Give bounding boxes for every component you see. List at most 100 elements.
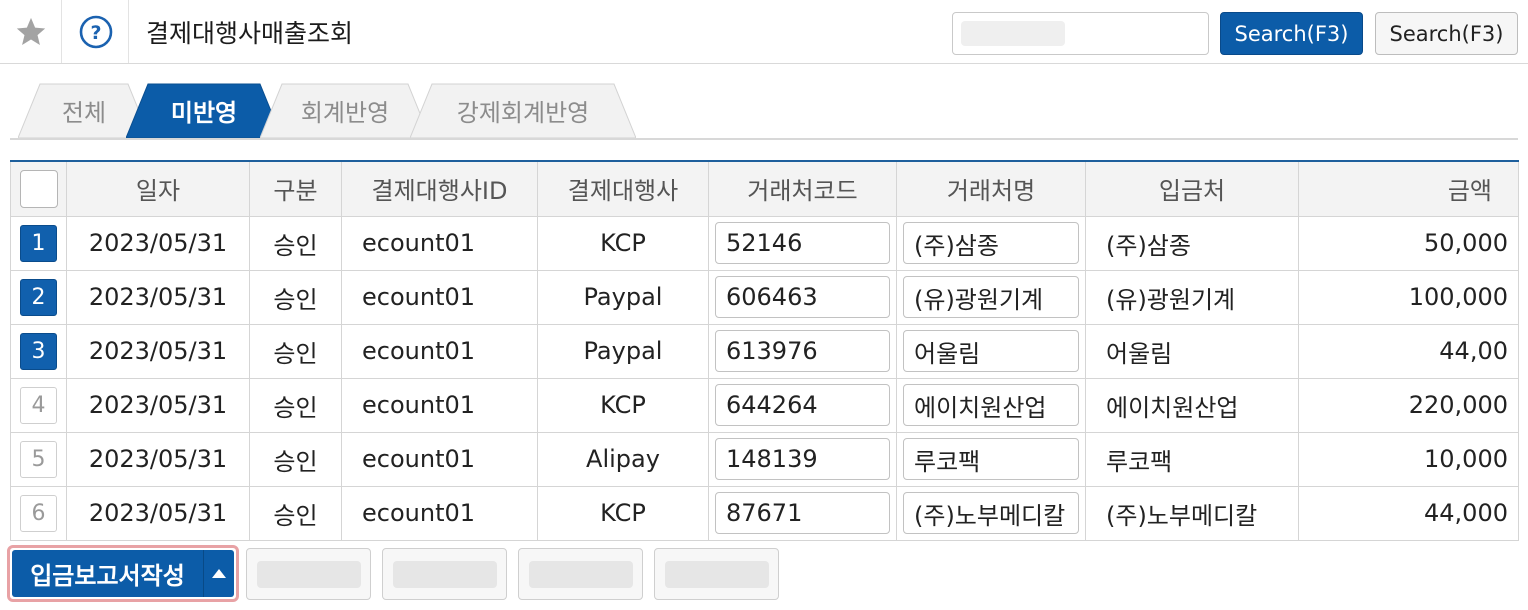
cell-agent-id: ecount01 xyxy=(341,269,538,325)
search-placeholder xyxy=(961,21,1065,46)
col-type[interactable]: 구분 xyxy=(249,160,342,217)
table-row: 4 2023/05/31 승인 ecount01 KCP 644264 에이치원… xyxy=(10,377,1519,433)
cell-agent: KCP xyxy=(537,215,709,271)
footer-button-5[interactable] xyxy=(654,548,779,600)
col-amount[interactable]: 금액 xyxy=(1298,160,1519,217)
cell-type: 승인 xyxy=(249,431,342,487)
grid-header-row: 일자 구분 결제대행사ID 결제대행사 거래처코드 거래처명 입금처 금액 xyxy=(10,160,1519,217)
table-row: 3 2023/05/31 승인 ecount01 Paypal 613976 어… xyxy=(10,323,1519,379)
tab-unreflected[interactable]: 미반영 xyxy=(126,83,282,138)
row-select-toggle[interactable]: 3 xyxy=(20,332,57,370)
customer-code-input[interactable]: 52146 xyxy=(715,222,890,264)
cell-agent: Paypal xyxy=(537,323,709,379)
col-customer-name[interactable]: 거래처명 xyxy=(896,160,1086,217)
cell-date: 2023/05/31 xyxy=(66,323,250,379)
row-select-toggle[interactable]: 6 xyxy=(20,494,57,532)
page-title: 결제대행사매출조회 xyxy=(146,19,354,48)
cell-agent-id: ecount01 xyxy=(341,323,538,379)
help-icon: ? xyxy=(79,15,112,48)
cell-type: 승인 xyxy=(249,269,342,325)
cell-date: 2023/05/31 xyxy=(66,377,250,433)
customer-name-input[interactable]: 어울림 xyxy=(903,330,1079,372)
row-number-cell: 2 xyxy=(10,269,67,325)
customer-code-input[interactable]: 87671 xyxy=(715,492,890,534)
search-button[interactable]: Search(F3) xyxy=(1220,12,1363,55)
tab-accounting-reflected[interactable]: 회계반영 xyxy=(260,83,430,138)
cell-date: 2023/05/31 xyxy=(66,485,250,541)
tab-forced-accounting[interactable]: 강제회계반영 xyxy=(410,83,636,138)
star-icon xyxy=(16,17,45,45)
sales-grid: 일자 구분 결제대행사ID 결제대행사 거래처코드 거래처명 입금처 금액 1 … xyxy=(10,160,1519,541)
deposit-report-button[interactable]: 입금보고서작성 xyxy=(12,550,204,597)
button-placeholder xyxy=(257,561,361,588)
cell-customer-code: 52146 xyxy=(708,215,897,271)
cell-type: 승인 xyxy=(249,215,342,271)
cell-customer-code: 148139 xyxy=(708,431,897,487)
footer-button-2[interactable] xyxy=(246,548,371,600)
row-select-toggle[interactable]: 5 xyxy=(20,440,57,478)
row-number-cell: 1 xyxy=(10,215,67,271)
cell-amount: 10,000 xyxy=(1298,431,1519,487)
row-select-toggle[interactable]: 4 xyxy=(20,386,57,424)
button-placeholder xyxy=(665,561,769,588)
search-button-secondary[interactable]: Search(F3) xyxy=(1375,12,1518,55)
search-input[interactable] xyxy=(952,12,1209,55)
col-agent[interactable]: 결제대행사 xyxy=(537,160,709,217)
favorite-button[interactable] xyxy=(0,0,62,63)
cell-customer-code: 87671 xyxy=(708,485,897,541)
cell-agent-id: ecount01 xyxy=(341,215,538,271)
cell-agent: Alipay xyxy=(537,431,709,487)
customer-code-input[interactable]: 613976 xyxy=(715,330,890,372)
cell-customer-code: 644264 xyxy=(708,377,897,433)
cell-type: 승인 xyxy=(249,323,342,379)
cell-customer-name: 어울림 xyxy=(896,323,1086,379)
deposit-report-dropdown[interactable] xyxy=(204,550,234,597)
col-deposit-account[interactable]: 입금처 xyxy=(1085,160,1299,217)
col-customer-code[interactable]: 거래처코드 xyxy=(708,160,897,217)
row-number-cell: 6 xyxy=(10,485,67,541)
footer-button-3[interactable] xyxy=(382,548,507,600)
cell-amount: 44,000 xyxy=(1298,485,1519,541)
row-number-cell: 3 xyxy=(10,323,67,379)
select-all-checkbox[interactable] xyxy=(19,169,58,208)
footer-button-4[interactable] xyxy=(518,548,643,600)
table-row: 6 2023/05/31 승인 ecount01 KCP 87671 (주)노부… xyxy=(10,485,1519,541)
customer-name-input[interactable]: 루코팩 xyxy=(903,438,1079,480)
row-select-toggle[interactable]: 2 xyxy=(20,278,57,316)
cell-agent-id: ecount01 xyxy=(341,377,538,433)
tab-label: 전체 xyxy=(61,99,107,127)
cell-agent-id: ecount01 xyxy=(341,431,538,487)
tab-bar: 전체 미반영 회계반영 강제회계반영 xyxy=(10,80,1518,140)
deposit-report-button-wrapper: 입금보고서작성 xyxy=(7,545,239,602)
tab-label: 미반영 xyxy=(170,99,238,127)
customer-code-input[interactable]: 148139 xyxy=(715,438,890,480)
col-agent-id[interactable]: 결제대행사ID xyxy=(341,160,538,217)
row-select-toggle[interactable]: 1 xyxy=(20,224,57,262)
customer-name-input[interactable]: (유)광원기계 xyxy=(903,276,1079,318)
cell-customer-name: 에이치원산업 xyxy=(896,377,1086,433)
col-date[interactable]: 일자 xyxy=(66,160,250,217)
cell-type: 승인 xyxy=(249,377,342,433)
cell-type: 승인 xyxy=(249,485,342,541)
button-placeholder xyxy=(393,561,497,588)
cell-agent-id: ecount01 xyxy=(341,485,538,541)
table-row: 2 2023/05/31 승인 ecount01 Paypal 606463 (… xyxy=(10,269,1519,325)
cell-customer-code: 606463 xyxy=(708,269,897,325)
table-row: 5 2023/05/31 승인 ecount01 Alipay 148139 루… xyxy=(10,431,1519,487)
table-row: 1 2023/05/31 승인 ecount01 KCP 52146 (주)삼종… xyxy=(10,215,1519,271)
row-number-cell: 5 xyxy=(10,431,67,487)
header-bar: ? 결제대행사매출조회 Search(F3) Search(F3) xyxy=(0,0,1528,64)
cell-date: 2023/05/31 xyxy=(66,431,250,487)
button-placeholder xyxy=(529,561,633,588)
cell-customer-name: (유)광원기계 xyxy=(896,269,1086,325)
customer-name-input[interactable]: (주)삼종 xyxy=(903,222,1079,264)
cell-agent: KCP xyxy=(537,485,709,541)
customer-code-input[interactable]: 606463 xyxy=(715,276,890,318)
customer-name-input[interactable]: 에이치원산업 xyxy=(903,384,1079,426)
cell-deposit-account: 에이치원산업 xyxy=(1085,377,1299,433)
cell-customer-name: 루코팩 xyxy=(896,431,1086,487)
help-button[interactable]: ? xyxy=(63,0,129,63)
svg-text:?: ? xyxy=(90,22,101,44)
customer-code-input[interactable]: 644264 xyxy=(715,384,890,426)
customer-name-input[interactable]: (주)노부메디칼 xyxy=(903,492,1079,534)
